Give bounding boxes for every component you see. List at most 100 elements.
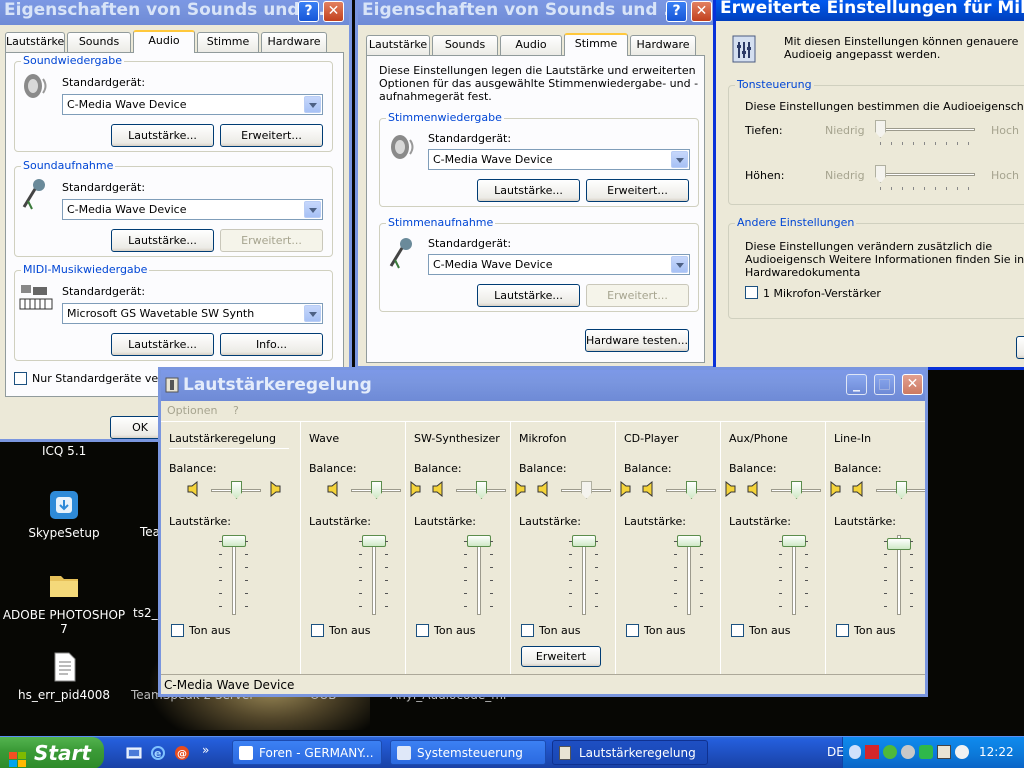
volume-slider[interactable] [219, 535, 249, 615]
slider-thumb[interactable] [467, 535, 491, 547]
close-button[interactable]: ✕ [691, 1, 712, 22]
antivirus-icon[interactable] [865, 745, 879, 759]
show-desktop-icon[interactable] [126, 745, 142, 761]
taskbar-item-lautstaerkeregelung[interactable]: Lautstärkeregelung [552, 740, 708, 765]
tab-lautstaerke[interactable]: Lautstärke [366, 35, 430, 55]
recording-volume-button[interactable]: Lautstärke... [111, 229, 214, 252]
midi-volume-button[interactable]: Lautstärke... [111, 333, 214, 356]
voice-recording-advanced-button[interactable]: Erweitert... [586, 284, 689, 307]
chevron-down-icon[interactable] [304, 201, 321, 218]
help-button[interactable]: ? [298, 1, 319, 22]
start-button[interactable]: Start [0, 737, 104, 768]
close-button[interactable]: ✕ [323, 1, 344, 22]
mic-boost-checkbox[interactable] [745, 286, 758, 299]
playback-volume-button[interactable]: Lautstärke... [111, 124, 214, 147]
minimize-button[interactable]: _ [846, 374, 867, 395]
midi-device-select[interactable]: Microsoft GS Wavetable SW Synth [62, 303, 323, 324]
playback-advanced-button[interactable]: Erweitert... [220, 124, 323, 147]
network-icon[interactable] [883, 745, 897, 759]
volume-slider[interactable] [779, 535, 809, 615]
slider-thumb[interactable] [782, 535, 806, 547]
show-hidden-icons-chevron-icon[interactable] [849, 745, 861, 759]
standard-devices-only-checkbox[interactable] [14, 372, 27, 385]
email-icon[interactable]: @ [174, 745, 190, 761]
volume-slider[interactable] [674, 535, 704, 615]
chevron-down-icon[interactable] [304, 305, 321, 322]
icq-flower-icon[interactable] [919, 745, 933, 759]
info-tray-icon[interactable] [955, 745, 969, 759]
tab-hardware[interactable]: Hardware [261, 32, 327, 52]
slider-thumb[interactable] [476, 481, 487, 499]
balance-slider[interactable] [561, 481, 611, 501]
balance-slider[interactable] [351, 481, 401, 501]
help-button[interactable]: ? [666, 1, 687, 22]
mute-checkbox[interactable] [416, 624, 429, 637]
menu-options[interactable]: Optionen [167, 404, 217, 417]
tab-sounds[interactable]: Sounds [432, 35, 498, 55]
midi-info-button[interactable]: Info... [220, 333, 323, 356]
chevron-right-icon[interactable]: » [202, 743, 209, 757]
tab-stimme[interactable]: Stimme [197, 32, 259, 52]
recording-device-select[interactable]: C-Media Wave Device [62, 199, 323, 220]
mute-checkbox[interactable] [731, 624, 744, 637]
slider-thumb[interactable] [875, 165, 886, 183]
menu-help[interactable]: ? [233, 404, 239, 417]
mute-checkbox[interactable] [836, 624, 849, 637]
balance-slider[interactable] [211, 481, 261, 501]
bass-slider[interactable] [875, 120, 975, 145]
recording-advanced-button[interactable]: Erweitert... [220, 229, 323, 252]
voice-playback-advanced-button[interactable]: Erweitert... [586, 179, 689, 202]
chevron-down-icon[interactable] [671, 151, 688, 168]
mute-checkbox[interactable] [626, 624, 639, 637]
mute-checkbox[interactable] [311, 624, 324, 637]
tab-sounds[interactable]: Sounds [67, 32, 131, 52]
desktop-icon-icq[interactable]: ICQ 5.1 [42, 444, 86, 458]
slider-thumb[interactable] [231, 481, 242, 499]
maximize-button[interactable]: □ [874, 374, 895, 395]
desktop-icon-hs-err[interactable]: hs_err_pid4008 [14, 650, 114, 702]
slider-thumb[interactable] [362, 535, 386, 547]
playback-device-select[interactable]: C-Media Wave Device [62, 94, 323, 115]
tab-hardware[interactable]: Hardware [630, 35, 696, 55]
slider-thumb[interactable] [686, 481, 697, 499]
balance-slider[interactable] [666, 481, 716, 501]
chevron-down-icon[interactable] [671, 256, 688, 273]
close-button[interactable]: ✕ [902, 374, 923, 395]
close-dialog-button[interactable] [1016, 336, 1024, 359]
treble-slider[interactable] [875, 165, 975, 190]
voice-recording-volume-button[interactable]: Lautstärke... [477, 284, 580, 307]
taskbar-item-systemsteuerung[interactable]: Systemsteuerung [390, 740, 546, 765]
internet-explorer-icon[interactable]: e [150, 745, 166, 761]
slider-thumb[interactable] [222, 535, 246, 547]
tab-stimme[interactable]: Stimme [564, 33, 628, 56]
slider-thumb[interactable] [887, 538, 911, 550]
language-indicator[interactable]: DE [827, 745, 844, 759]
hardware-test-button[interactable]: Hardware testen... [585, 329, 689, 352]
voice-playback-volume-button[interactable]: Lautstärke... [477, 179, 580, 202]
chevron-down-icon[interactable] [304, 96, 321, 113]
volume-tray-icon[interactable] [937, 745, 951, 759]
taskbar-item-forum[interactable]: Foren - GERMANY... [232, 740, 382, 765]
tab-lautstaerke[interactable]: Lautstärke [5, 32, 65, 52]
balance-slider[interactable] [771, 481, 821, 501]
slider-thumb[interactable] [791, 481, 802, 499]
slider-thumb[interactable] [677, 535, 701, 547]
volume-slider[interactable] [359, 535, 389, 615]
slider-thumb[interactable] [572, 535, 596, 547]
tab-audio[interactable]: Audio [133, 30, 195, 53]
tab-audio[interactable]: Audio [500, 35, 562, 55]
disc-icon[interactable] [901, 745, 915, 759]
volume-slider[interactable] [569, 535, 599, 615]
slider-thumb[interactable] [896, 481, 907, 499]
voice-playback-device-select[interactable]: C-Media Wave Device [428, 149, 690, 170]
slider-thumb[interactable] [875, 120, 886, 138]
mute-checkbox[interactable] [171, 624, 184, 637]
voice-recording-device-select[interactable]: C-Media Wave Device [428, 254, 690, 275]
desktop-icon-skypesetup[interactable]: SkypeSetup [14, 488, 114, 540]
slider-thumb[interactable] [371, 481, 382, 499]
mic-advanced-button[interactable]: Erweitert [521, 646, 601, 667]
mute-checkbox[interactable] [521, 624, 534, 637]
slider-thumb[interactable] [581, 481, 592, 499]
volume-slider[interactable] [464, 535, 494, 615]
desktop-icon-photoshop[interactable]: ADOBE PHOTOSHOP 7 [2, 570, 126, 636]
